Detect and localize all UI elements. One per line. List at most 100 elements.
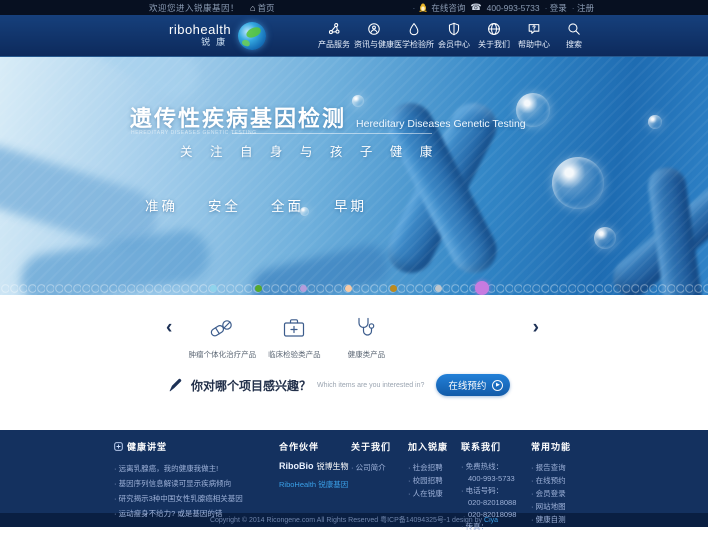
partner-logo-ribobio[interactable]: RiboBio锐博生物 (279, 461, 351, 472)
logo-text-cn: 锐康 (169, 38, 231, 48)
chat-help-icon (527, 22, 541, 36)
footer-heading: 合作伙伴 (279, 440, 319, 453)
partner-logo-en: RiboBio (279, 461, 314, 471)
footer-link[interactable]: 公司简介 (351, 461, 408, 474)
online-booking-label: 在线预约 (448, 378, 486, 392)
feature-early: 早期 (334, 195, 367, 215)
carousel-dot[interactable] (255, 285, 262, 292)
footer-heading: 关于我们 (351, 440, 391, 453)
topbar: 欢迎您进入锐康基因！ ⌂ 首页 在线咨询 ☎ 400-993-5733 登录 注… (0, 0, 708, 15)
copyright-bar: Copyright © 2014 Ricongene.com All Right… (0, 513, 708, 527)
product-carousel: ‹ 肿瘤个体化治疗产品 临床检验类产品 (114, 295, 594, 360)
nav-item-about-us[interactable]: 关于我们 (474, 22, 514, 50)
carousel-prev-arrow[interactable]: ‹ (166, 315, 172, 341)
footer: 健康讲堂 远离乳腺癌，我的健康我做主! 基因序列信息解读可显示疾病倾向 研究揭示… (0, 430, 708, 513)
hero-features: 准确 安全 全面 早期 (145, 195, 367, 215)
footer-link[interactable]: 远离乳腺癌，我的健康我做主! (114, 461, 279, 476)
product-category-clinical[interactable]: 临床检验类产品 (258, 315, 330, 360)
footer-heading: 加入锐康 (408, 440, 448, 453)
feature-accurate: 准确 (145, 195, 178, 215)
nav-label: 帮助中心 (518, 39, 550, 50)
footer-link[interactable]: 健康自测 (531, 513, 591, 526)
health-cross-icon (114, 442, 123, 451)
footer-col-functions: 常用功能 报告查询 在线预约 会员登录 网站地图 健康自测 (531, 440, 591, 533)
carousel-dot[interactable] (345, 285, 352, 292)
product-category-tumor[interactable]: 肿瘤个体化治疗产品 (186, 315, 258, 360)
pen-icon (168, 378, 183, 393)
home-link[interactable]: ⌂ 首页 (250, 2, 274, 14)
footer-link[interactable]: 社会招聘 (408, 461, 461, 474)
footer-link[interactable]: 人在锐康 (408, 487, 461, 500)
product-category-label: 健康类产品 (348, 349, 386, 360)
globe-icon (487, 22, 501, 36)
nav-label: 医学检验所 (394, 39, 434, 50)
product-category-health[interactable]: 健康类产品 (330, 315, 402, 360)
carousel-next-arrow[interactable]: › (533, 315, 539, 341)
copyright-text: Copyright © 2014 Ricongene.com All Right… (210, 515, 482, 525)
stethoscope-icon (353, 315, 379, 341)
phone-label: 电话号码： (461, 485, 531, 497)
interest-row: 你对哪个项目感兴趣？ Which items are you intereste… (114, 374, 594, 396)
nav-item-news-health[interactable]: 资讯与健康 (354, 22, 394, 50)
hero-banner: 遗传性疾病基因检测 Hereditary Diseases Genetic Te… (0, 57, 708, 295)
play-circle-icon: ▶ (492, 380, 503, 391)
phone-icon: ☎ (470, 2, 481, 13)
nav-item-member-center[interactable]: 会员中心 (434, 22, 474, 50)
footer-link[interactable]: 在线预约 (531, 474, 591, 487)
register-link[interactable]: 注册 (572, 2, 594, 14)
feature-safe: 安全 (208, 195, 241, 215)
partner-logo-ribohealth[interactable]: RiboHealth 锐康基因 (279, 479, 351, 490)
phone-number-1: 020-82018088 (461, 497, 531, 509)
nav-item-medical-lab[interactable]: 医学检验所 (394, 22, 434, 50)
footer-heading: 联系我们 (461, 440, 501, 453)
hotline-number: 400-993-5733 (487, 3, 540, 13)
home-label: 首页 (257, 2, 274, 14)
molecule-icon (327, 22, 341, 36)
carousel-dot[interactable] (300, 285, 307, 292)
hero-title: 遗传性疾病基因检测 (130, 101, 346, 133)
content-band: ‹ 肿瘤个体化治疗产品 临床检验类产品 (0, 295, 708, 430)
hero-subtitle: 关 注 自 身 与 孩 子 健 康 (180, 141, 439, 160)
hero-title-en: Hereditary Diseases Genetic Testing (356, 118, 526, 133)
logo-text-en: ribohealth (169, 23, 231, 37)
online-booking-button[interactable]: 在线预约 ▶ (436, 374, 510, 396)
hero-divider-line (232, 133, 432, 134)
footer-link[interactable]: 研究揭示3种中国女性乳腺癌相关基因 (114, 491, 279, 506)
logo[interactable]: ribohealth 锐康 (169, 22, 266, 50)
footer-link[interactable]: 报告查询 (531, 461, 591, 474)
pills-icon (209, 315, 235, 341)
interest-question: 你对哪个项目感兴趣？ (191, 377, 311, 394)
footer-link[interactable]: 校园招聘 (408, 474, 461, 487)
welcome-text: 欢迎您进入锐康基因！ (149, 2, 239, 14)
product-category-label: 临床检验类产品 (268, 349, 321, 360)
hotline-label: 免费热线： (461, 461, 531, 473)
nav-item-products[interactable]: 产品服务 (314, 22, 354, 50)
shield-icon (447, 22, 461, 36)
carousel-dot-active[interactable] (475, 281, 489, 295)
footer-heading: 常用功能 (531, 440, 571, 453)
qq-penguin-icon (418, 2, 428, 13)
nav-label: 资讯与健康 (354, 39, 394, 50)
nav-item-help-center[interactable]: 帮助中心 (514, 22, 554, 50)
hotline-number: 400-993-5733 (461, 473, 531, 485)
hatch-overlay (0, 57, 708, 295)
globe-logo-icon (238, 22, 266, 50)
main-nav: ribohealth 锐康 产品服务 资讯与健康 (0, 15, 708, 57)
qq-service-link[interactable]: 在线咨询 (413, 2, 466, 14)
carousel-dot[interactable] (210, 285, 217, 292)
carousel-dot[interactable] (435, 285, 442, 292)
footer-link[interactable]: 网站地图 (531, 500, 591, 513)
footer-link[interactable]: 基因序列信息解读可显示疾病倾向 (114, 476, 279, 491)
nav-label: 会员中心 (438, 39, 470, 50)
drop-icon (407, 22, 421, 36)
carousel-dot[interactable] (390, 285, 397, 292)
qq-service-label: 在线咨询 (431, 2, 465, 14)
design-by-link[interactable]: Ciya (484, 517, 498, 524)
nav-label: 关于我们 (478, 39, 510, 50)
login-link[interactable]: 登录 (545, 2, 567, 14)
nav-label: 搜索 (566, 39, 582, 50)
feature-comprehensive: 全面 (271, 195, 304, 215)
partner-logo-cn: 锐博生物 (317, 462, 349, 471)
footer-link[interactable]: 会员登录 (531, 487, 591, 500)
nav-item-search[interactable]: 搜索 (554, 22, 594, 50)
